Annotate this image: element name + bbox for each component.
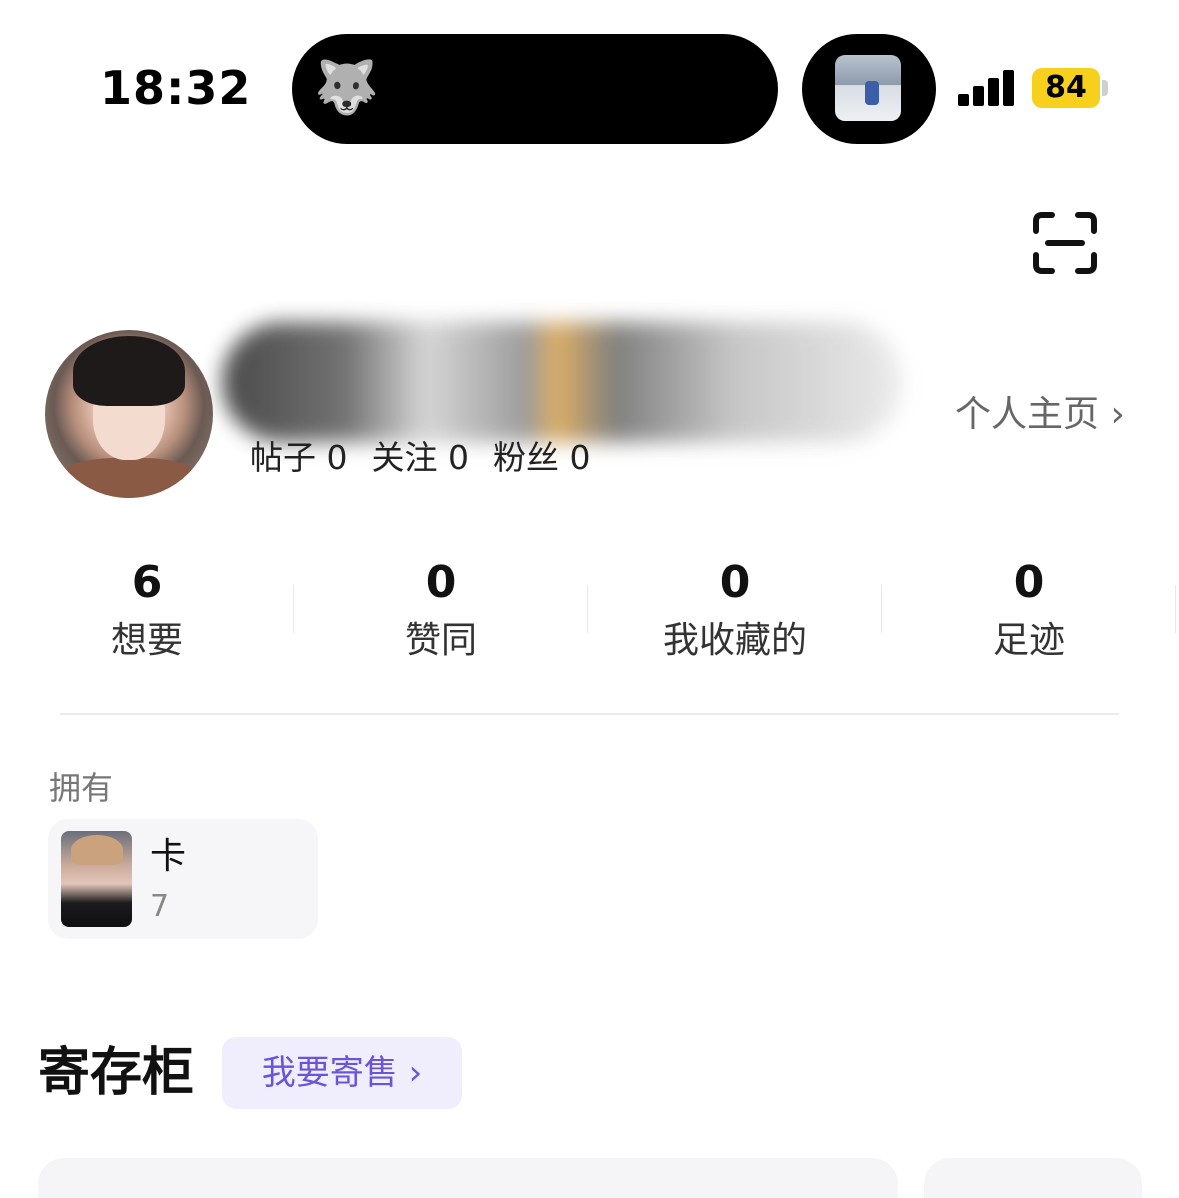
battery-tip bbox=[1102, 80, 1108, 96]
counter-label: 想要 bbox=[110, 620, 183, 661]
counter-label: 足迹 bbox=[992, 620, 1065, 661]
counter-history[interactable]: 0 足迹 bbox=[882, 555, 1176, 665]
following-count[interactable]: 关注 0 bbox=[372, 438, 470, 477]
counter-label: 我收藏的 bbox=[662, 620, 807, 661]
picture-in-picture[interactable] bbox=[802, 34, 936, 144]
avatar[interactable] bbox=[45, 330, 213, 498]
posts-count[interactable]: 帖子 0 bbox=[250, 438, 348, 477]
dynamic-island[interactable]: 🐺 bbox=[292, 34, 778, 144]
storage-card[interactable] bbox=[38, 1158, 898, 1198]
section-divider bbox=[60, 713, 1119, 715]
personal-homepage-link[interactable]: 个人主页 › bbox=[955, 392, 1125, 438]
storage-card[interactable] bbox=[924, 1158, 1142, 1198]
counter-agree[interactable]: 0 赞同 bbox=[294, 555, 588, 665]
status-time: 18:32 bbox=[100, 61, 252, 115]
scan-icon[interactable] bbox=[1032, 211, 1098, 275]
counter-label: 赞同 bbox=[404, 620, 477, 661]
counter-value: 0 bbox=[425, 557, 457, 608]
counter-value: 0 bbox=[719, 557, 751, 608]
followers-count[interactable]: 粉丝 0 bbox=[493, 438, 591, 477]
profile-stats: 帖子 0 关注 0 粉丝 0 bbox=[250, 436, 615, 480]
divider bbox=[1175, 585, 1176, 633]
counter-value: 0 bbox=[1013, 557, 1045, 608]
consign-button[interactable]: 我要寄售 › bbox=[222, 1037, 462, 1109]
owned-section-title: 拥有 bbox=[49, 769, 114, 807]
storage-section-title: 寄存柜 bbox=[38, 1043, 195, 1103]
owned-item-card[interactable]: 卡 7 bbox=[48, 819, 318, 939]
card-thumbnail bbox=[61, 831, 132, 927]
owned-item-name: 卡 bbox=[150, 836, 187, 877]
owned-item-count: 7 bbox=[150, 889, 170, 924]
counter-want[interactable]: 6 想要 bbox=[0, 555, 294, 665]
wolf-icon: 🐺 bbox=[314, 58, 379, 118]
pip-thumbnail bbox=[835, 55, 901, 121]
redacted-username bbox=[222, 322, 902, 442]
counter-favorites[interactable]: 0 我收藏的 bbox=[588, 555, 882, 665]
cellular-signal-icon bbox=[958, 70, 1016, 106]
counter-row: 6 想要 0 赞同 0 我收藏的 0 足迹 bbox=[0, 555, 1179, 675]
counter-value: 6 bbox=[131, 557, 163, 608]
battery-indicator: 84 bbox=[1032, 68, 1100, 108]
